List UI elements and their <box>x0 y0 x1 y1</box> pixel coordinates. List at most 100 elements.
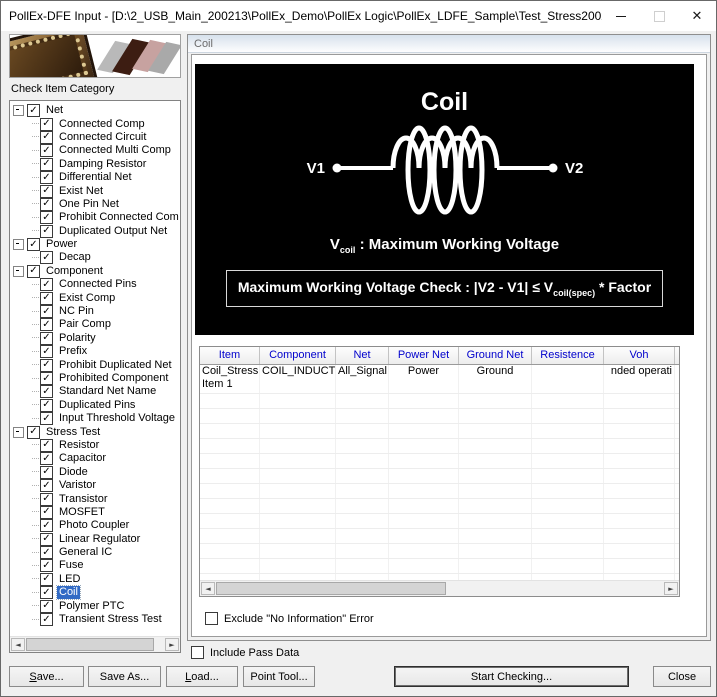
table-row-empty[interactable] <box>200 424 679 439</box>
tree-item-duplicated-output-net[interactable]: ✓Duplicated Output Net <box>13 225 179 238</box>
tree-item-prohibited-component[interactable]: ✓Prohibited Component <box>13 372 179 385</box>
tree-item-label[interactable]: Component <box>44 265 105 278</box>
tree-item-pair-comp[interactable]: ✓ Pair Comp <box>13 318 179 331</box>
tree-item-label[interactable]: Prohibit Connected Comp <box>57 211 179 224</box>
checkbox-checked-icon[interactable]: ✓ <box>40 278 53 291</box>
tree-item-transient-stress-test[interactable]: ✓ Transient Stress Test <box>13 613 179 626</box>
table-row-empty[interactable] <box>200 454 679 469</box>
save-as-button[interactable]: Save As... <box>88 666 161 687</box>
tree-item-label[interactable]: Differential Net <box>57 171 134 184</box>
minimize-button[interactable] <box>602 1 640 31</box>
tree-item-linear-regulator[interactable]: ✓ Linear Regulator <box>13 533 179 546</box>
checkbox-checked-icon[interactable]: ✓ <box>40 318 53 331</box>
tree-item-label[interactable]: Pair Comp <box>57 318 113 331</box>
tree-item-label[interactable]: Transistor <box>57 493 110 506</box>
checkbox-checked-icon[interactable]: ✓ <box>40 506 53 519</box>
column-header-resistence[interactable]: Resistence <box>532 347 604 364</box>
tree-item-varistor[interactable]: ✓Varistor <box>13 479 179 492</box>
table-row-empty[interactable] <box>200 409 679 424</box>
column-header-voh[interactable]: Voh <box>604 347 675 364</box>
tree-item-exist-comp[interactable]: ✓Exist Comp <box>13 291 179 304</box>
tree-item-label[interactable]: Diode <box>57 466 90 479</box>
tree-item-connected-multi-comp[interactable]: ✓Connected Multi Comp <box>13 144 179 157</box>
checkbox-checked-icon[interactable]: ✓ <box>40 171 53 184</box>
tree-item-label[interactable]: Damping Resistor <box>57 158 148 171</box>
checkbox-unchecked-icon[interactable] <box>191 646 204 659</box>
tree-item-label[interactable]: Net <box>44 104 65 117</box>
tree-item-general-ic[interactable]: ✓General IC <box>13 546 179 559</box>
scroll-right-icon[interactable]: ► <box>664 582 678 595</box>
table-cell[interactable]: nded operati <box>604 365 675 393</box>
checkbox-checked-icon[interactable]: ✓ <box>40 586 53 599</box>
scroll-left-icon[interactable]: ◄ <box>11 638 25 651</box>
checkbox-checked-icon[interactable]: ✓ <box>40 225 53 238</box>
table-row-empty[interactable] <box>200 544 679 559</box>
checkbox-checked-icon[interactable]: ✓ <box>40 305 53 318</box>
tree-expander-icon[interactable] <box>13 266 24 277</box>
tree-item-duplicated-pins[interactable]: ✓ Duplicated Pins <box>13 399 179 412</box>
tree-item-diode[interactable]: ✓Diode <box>13 466 179 479</box>
checkbox-checked-icon[interactable]: ✓ <box>40 519 53 532</box>
tree-item-connected-circuit[interactable]: ✓ Connected Circuit <box>13 131 179 144</box>
checkbox-checked-icon[interactable]: ✓ <box>40 559 53 572</box>
table-row-empty[interactable] <box>200 499 679 514</box>
table-row[interactable]: Coil_Stress Item 1COIL_INDUCTORAll_Signa… <box>200 365 679 394</box>
tree-horizontal-scrollbar[interactable]: ◄ ► <box>10 636 180 652</box>
tree-item-label[interactable]: Linear Regulator <box>57 533 142 546</box>
checkbox-checked-icon[interactable]: ✓ <box>40 251 53 264</box>
tree-item-label[interactable]: Input Threshold Voltage <box>57 412 177 425</box>
tree-item-photo-coupler[interactable]: ✓Photo Coupler <box>13 519 179 532</box>
tree-item-input-threshold-voltage[interactable]: ✓Input Threshold Voltage <box>13 412 179 425</box>
maximize-button[interactable] <box>640 1 678 31</box>
include-pass-data-checkbox[interactable]: Include Pass Data <box>191 646 299 659</box>
checkbox-checked-icon[interactable]: ✓ <box>40 118 53 131</box>
checkbox-checked-icon[interactable]: ✓ <box>40 452 53 465</box>
checkbox-checked-icon[interactable]: ✓ <box>27 238 40 251</box>
table-cell[interactable]: Ground <box>459 365 532 393</box>
tree-item-label[interactable]: Prohibited Component <box>57 372 170 385</box>
table-row-empty[interactable] <box>200 394 679 409</box>
checkbox-checked-icon[interactable]: ✓ <box>40 144 53 157</box>
table-row-empty[interactable] <box>200 559 679 574</box>
scroll-right-icon[interactable]: ► <box>165 638 179 651</box>
checkbox-checked-icon[interactable]: ✓ <box>40 211 53 224</box>
tree-item-label[interactable]: Fuse <box>57 559 85 572</box>
tree-item-resistor[interactable]: ✓Resistor <box>13 439 179 452</box>
tree-item-coil[interactable]: ✓Coil <box>13 586 179 599</box>
checkbox-checked-icon[interactable]: ✓ <box>40 533 53 546</box>
close-button[interactable]: ✕ <box>678 1 716 31</box>
load-button[interactable]: Load... <box>166 666 238 687</box>
table-horizontal-scrollbar[interactable]: ◄ ► <box>200 580 679 596</box>
tree-item-standard-net-name[interactable]: ✓Standard Net Name <box>13 385 179 398</box>
tree-expander-icon[interactable] <box>13 427 24 438</box>
column-header-item[interactable]: Item <box>200 347 260 364</box>
checkbox-checked-icon[interactable]: ✓ <box>27 104 40 117</box>
tree-item-transistor[interactable]: ✓ Transistor <box>13 492 179 505</box>
tree-item-damping-resistor[interactable]: ✓Damping Resistor <box>13 158 179 171</box>
table-row-empty[interactable] <box>200 484 679 499</box>
scroll-left-icon[interactable]: ◄ <box>201 582 215 595</box>
checkbox-unchecked-icon[interactable] <box>205 612 218 625</box>
tree-item-label[interactable]: One Pin Net <box>57 198 121 211</box>
checkbox-checked-icon[interactable]: ✓ <box>40 345 53 358</box>
checkbox-checked-icon[interactable]: ✓ <box>40 613 53 626</box>
tree-item-label[interactable]: Exist Net <box>57 185 105 198</box>
tree-expander-icon[interactable] <box>13 239 24 250</box>
column-header-power-net[interactable]: Power Net <box>389 347 459 364</box>
tree-item-label[interactable]: Transient Stress Test <box>57 613 164 626</box>
tree-expander-icon[interactable] <box>13 105 24 116</box>
column-header-component[interactable]: Component <box>260 347 336 364</box>
tree-item-label[interactable]: General IC <box>57 546 114 559</box>
tree-item-label[interactable]: Stress Test <box>44 426 102 439</box>
table-cell[interactable]: All_Signal <box>336 365 389 393</box>
tree-item-label[interactable]: Duplicated Pins <box>57 399 137 412</box>
tree-item-label[interactable]: Connected Circuit <box>57 131 148 144</box>
tree-item-component[interactable]: ✓Component <box>13 265 179 278</box>
checkbox-checked-icon[interactable]: ✓ <box>40 399 53 412</box>
checkbox-checked-icon[interactable]: ✓ <box>40 131 53 144</box>
table-cell[interactable]: Coil_Stress Item 1 <box>200 365 260 393</box>
checkbox-checked-icon[interactable]: ✓ <box>40 493 53 506</box>
tree-item-prohibit-connected-comp[interactable]: ✓ Prohibit Connected Comp <box>13 211 179 224</box>
checkbox-checked-icon[interactable]: ✓ <box>40 600 53 613</box>
tree-item-differential-net[interactable]: ✓ Differential Net <box>13 171 179 184</box>
